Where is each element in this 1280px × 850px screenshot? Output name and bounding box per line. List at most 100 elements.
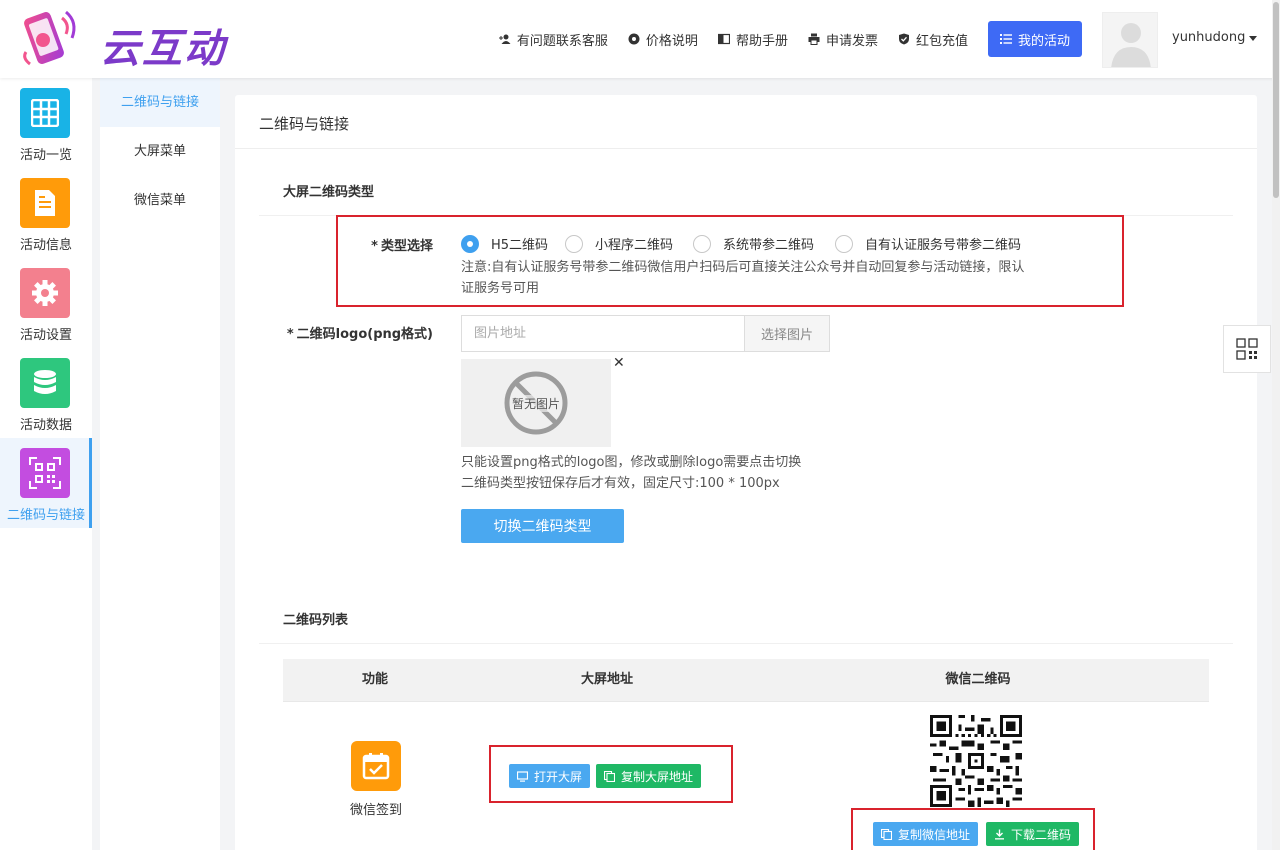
logo-url-input[interactable]: [462, 316, 744, 351]
brand-name: 云互动: [100, 26, 226, 72]
sidebar-tile: [20, 448, 70, 498]
header: 云互动 有问题联系客服 价格说明 帮助手册 申请发票 红包充值 我的活动 yun…: [0, 0, 1280, 78]
radio-circle: [693, 234, 711, 253]
type-select-label: * 类型选择: [363, 235, 433, 254]
nav-pricing[interactable]: 价格说明: [628, 30, 698, 49]
phone-logo-icon: [23, 10, 76, 66]
sidebar-item-activity-info[interactable]: 活动信息: [0, 168, 92, 258]
function-label: 微信签到: [349, 803, 402, 818]
sidebar-tile: [20, 358, 70, 408]
sidebar: 活动一览 活动信息 活动设置 活动数据 二维码与链接: [0, 78, 92, 850]
switch-qr-type-button[interactable]: 切换二维码类型: [461, 509, 624, 543]
hint-line: 只能设置png格式的logo图，修改或删除logo需要点击切换: [461, 455, 802, 470]
section-title-qr-list: 二维码列表: [283, 613, 349, 628]
submenu-item-wechat-menu[interactable]: 微信菜单: [100, 176, 220, 225]
open-screen-button[interactable]: 打开大屏: [509, 764, 591, 788]
printer-icon: [808, 33, 820, 45]
chevron-down-icon[interactable]: [1249, 36, 1257, 41]
brand-logo[interactable]: 云互动: [18, 8, 228, 72]
sidebar-item-label: 活动信息: [19, 238, 72, 253]
radio-system-param-qrcode[interactable]: 系统带参二维码: [693, 234, 814, 253]
column-header-function: 功能: [361, 672, 388, 687]
nav-contact-support[interactable]: 有问题联系客服: [498, 30, 608, 49]
copy-screen-url-label: 复制大屏地址: [621, 769, 694, 784]
user-add-icon: [498, 34, 511, 44]
radio-circle: [565, 234, 583, 253]
qrcode-icon: [29, 457, 61, 489]
nav-label: 价格说明: [645, 33, 698, 49]
no-image-text: 暂无图片: [511, 394, 560, 412]
divider: [283, 701, 1209, 702]
grid-icon: [31, 99, 59, 127]
radio-circle: [461, 234, 479, 253]
sidebar-tile: [20, 88, 70, 138]
floating-qrcode-button[interactable]: [1223, 325, 1271, 373]
copy-wechat-url-label: 复制微信地址: [898, 827, 971, 842]
sidebar-item-activity-overview[interactable]: 活动一览: [0, 78, 92, 168]
logo-field-label: * 二维码logo(png格式): [283, 323, 433, 342]
logo-preview: 暂无图片: [461, 359, 611, 447]
sidebar-item-activity-data[interactable]: 活动数据: [0, 348, 92, 438]
sidebar-item-label: 活动设置: [19, 328, 72, 343]
copy-screen-url-button[interactable]: 复制大屏地址: [596, 764, 702, 788]
nav-invoice[interactable]: 申请发票: [808, 30, 878, 49]
my-activities-label: 我的活动: [1017, 33, 1070, 49]
select-image-button[interactable]: 选择图片: [744, 316, 829, 351]
nav-help-manual[interactable]: 帮助手册: [717, 30, 788, 49]
copy-icon: [604, 770, 615, 782]
radio-h5-qrcode[interactable]: H5二维码: [461, 234, 548, 253]
radio-circle: [835, 234, 853, 253]
radio-own-service-qrcode[interactable]: 自有认证服务号带参二维码: [835, 234, 1021, 253]
submenu-item-qrcode-links[interactable]: 二维码与链接: [100, 78, 220, 127]
copy-icon: [881, 828, 892, 840]
gear-badge-icon: [628, 33, 640, 45]
nav-label: 申请发票: [825, 33, 878, 49]
my-activities-button[interactable]: 我的活动: [987, 21, 1082, 57]
radio-label: 系统带参二维码: [723, 238, 815, 253]
nav-label: 帮助手册: [735, 33, 788, 49]
username[interactable]: yunhudong: [1172, 30, 1245, 45]
copy-wechat-url-button[interactable]: 复制微信地址: [873, 822, 979, 846]
sidebar-item-activity-settings[interactable]: 活动设置: [0, 258, 92, 348]
nav-redpacket-recharge[interactable]: 红包充值: [898, 30, 968, 49]
calendar-check-icon: [362, 753, 390, 780]
download-qrcode-button[interactable]: 下载二维码: [986, 822, 1080, 846]
radio-label: 自有认证服务号带参二维码: [865, 238, 1022, 253]
hint-line: 二维码类型按钮保存后才有效，固定尺寸:100 * 100px: [461, 476, 780, 491]
page-title: 二维码与链接: [259, 115, 350, 133]
required-mark: *: [286, 327, 294, 342]
scrollbar-thumb[interactable]: [1273, 2, 1279, 198]
avatar[interactable]: [1102, 12, 1158, 68]
divider: [259, 643, 1233, 644]
submenu-item-screen-menu[interactable]: 大屏菜单: [100, 127, 220, 176]
database-icon: [34, 370, 56, 394]
nav-label: 有问题联系客服: [516, 33, 608, 49]
wechat-qrcode-image: [930, 715, 1022, 807]
sidebar-item-label: 活动一览: [19, 148, 72, 163]
sidebar-item-qrcode-links[interactable]: 二维码与链接: [0, 438, 92, 528]
column-header-screen-url: 大屏地址: [580, 672, 633, 687]
logo-label-text: 二维码logo(png格式): [296, 327, 433, 342]
note-line: 证服务号可用: [461, 281, 540, 296]
default-user-icon: [1111, 23, 1151, 67]
shield-check-icon: [898, 33, 909, 45]
sidebar-item-label: 二维码与链接: [6, 508, 85, 523]
type-note: 注意:自有认证服务号带参二维码微信用户扫码后可直接关注公众号并自动回复参与活动链…: [461, 257, 1101, 299]
download-qrcode-label: 下载二维码: [1011, 827, 1072, 842]
sidebar-item-label: 活动数据: [19, 418, 72, 433]
download-icon: [995, 829, 1004, 839]
required-mark: *: [371, 239, 378, 254]
type-label-text: 类型选择: [380, 239, 433, 254]
logo-input-group: 选择图片: [461, 315, 830, 352]
monitor-icon: [517, 770, 528, 782]
main-panel: 二维码与链接 大屏二维码类型 * 类型选择 H5二维码 小程序二维码 系统带参二维…: [235, 95, 1257, 850]
radio-miniprogram-qrcode[interactable]: 小程序二维码: [565, 234, 673, 253]
function-tile: [351, 741, 401, 791]
nav-label: 红包充值: [915, 33, 968, 49]
document-icon: [35, 190, 55, 216]
column-header-wechat-qrcode: 微信二维码: [945, 672, 1011, 687]
page-scrollbar[interactable]: [1272, 0, 1280, 850]
divider: [235, 148, 1257, 149]
close-icon[interactable]: ✕: [613, 355, 625, 371]
radio-label: H5二维码: [491, 238, 549, 253]
